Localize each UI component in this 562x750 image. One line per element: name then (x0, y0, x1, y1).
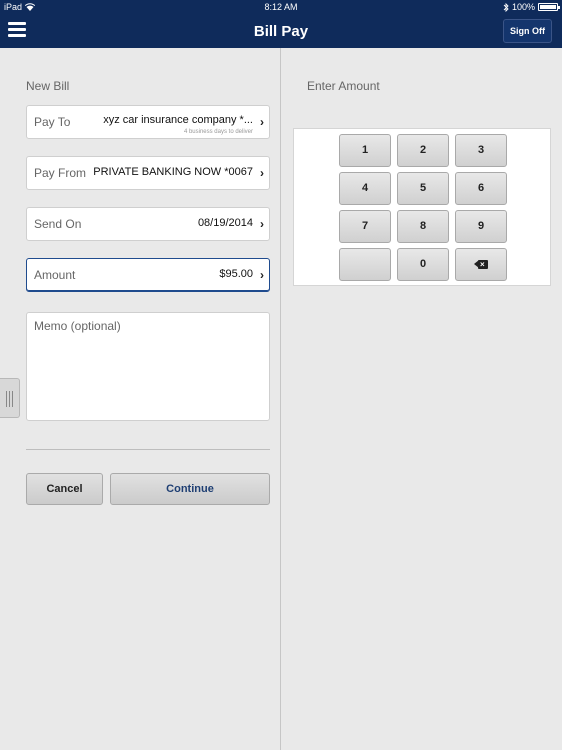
amount-label: Amount (34, 268, 76, 282)
sign-off-button[interactable]: Sign Off (503, 19, 552, 43)
key-3[interactable]: 3 (455, 134, 507, 167)
amount-value: $95.00 (219, 268, 253, 280)
drag-handle[interactable] (0, 378, 20, 418)
pay-to-field[interactable]: Pay To xyz car insurance company *... 4 … (26, 105, 270, 139)
pay-to-delivery-note: 4 business days to deliver (183, 129, 253, 135)
enter-amount-pane: Enter Amount 1 2 3 4 5 6 7 8 9 0 × (282, 48, 562, 750)
backspace-key[interactable]: × (455, 248, 507, 281)
pay-to-label: Pay To (34, 115, 71, 129)
chevron-right-icon: › (260, 115, 264, 129)
continue-button[interactable]: Continue (110, 473, 270, 505)
key-6[interactable]: 6 (455, 172, 507, 205)
send-on-field[interactable]: Send On 08/19/2014 › (26, 207, 270, 241)
enter-amount-title: Enter Amount (307, 79, 380, 93)
backspace-icon: × (474, 259, 488, 269)
amount-field[interactable]: Amount $95.00 › (26, 258, 270, 292)
key-blank[interactable] (339, 248, 391, 281)
status-time: 8:12 AM (264, 2, 298, 12)
bluetooth-icon (503, 2, 509, 12)
key-0[interactable]: 0 (397, 248, 449, 281)
key-9[interactable]: 9 (455, 210, 507, 243)
form-divider (26, 449, 270, 450)
numeric-keypad: 1 2 3 4 5 6 7 8 9 0 × (293, 128, 551, 286)
key-1[interactable]: 1 (339, 134, 391, 167)
send-on-label: Send On (34, 217, 82, 231)
status-bar: iPad 8:12 AM 100% (0, 0, 562, 14)
key-2[interactable]: 2 (397, 134, 449, 167)
nav-bar: Bill Pay Sign Off (0, 14, 562, 48)
key-5[interactable]: 5 (397, 172, 449, 205)
key-4[interactable]: 4 (339, 172, 391, 205)
pay-from-label: Pay From (34, 166, 87, 180)
key-8[interactable]: 8 (397, 210, 449, 243)
new-bill-pane: New Bill Pay To xyz car insurance compan… (0, 48, 281, 750)
chevron-right-icon: › (260, 217, 264, 231)
pay-from-value: PRIVATE BANKING NOW *0067 (93, 166, 253, 178)
send-on-value: 08/19/2014 (197, 217, 253, 229)
status-right: 100% (503, 2, 560, 12)
chevron-right-icon: › (260, 166, 264, 180)
chevron-right-icon: › (260, 268, 264, 282)
pay-from-field[interactable]: Pay From PRIVATE BANKING NOW *0067 › (26, 156, 270, 190)
pay-to-value: xyz car insurance company *... (103, 114, 253, 126)
battery-percent: 100% (511, 2, 535, 12)
new-bill-title: New Bill (26, 79, 70, 93)
memo-input[interactable] (26, 312, 270, 421)
page-title: Bill Pay (253, 23, 309, 40)
battery-icon (538, 3, 560, 11)
key-7[interactable]: 7 (339, 210, 391, 243)
cancel-button[interactable]: Cancel (26, 473, 103, 505)
